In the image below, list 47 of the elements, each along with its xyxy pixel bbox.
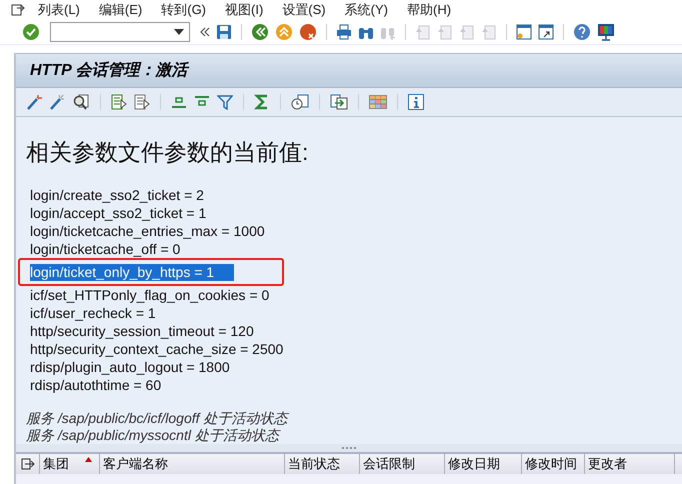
cancel-icon[interactable] <box>299 22 317 41</box>
splitter-handle[interactable] <box>341 446 357 450</box>
new-window-icon[interactable] <box>516 24 532 40</box>
menu-icon[interactable] <box>11 4 25 16</box>
double-chevron-icon[interactable] <box>200 26 210 37</box>
save-icon[interactable] <box>216 24 232 40</box>
monitor-icon[interactable] <box>597 22 615 41</box>
caret-icon[interactable] <box>174 28 184 35</box>
sum-icon[interactable] <box>254 94 270 110</box>
menu-item[interactable]: 帮助(H) <box>406 0 452 19</box>
clock-document-icon[interactable] <box>291 94 309 110</box>
select-all-icon[interactable] <box>20 458 34 470</box>
menu-item[interactable]: 列表(L) <box>38 0 80 19</box>
filter-icon[interactable] <box>217 94 233 110</box>
status-note: 服务 /sap/public/bc/icf/logoff 处于活动状态 <box>26 410 290 427</box>
magic-wand-icon[interactable] <box>26 94 42 110</box>
export-icon[interactable] <box>330 94 348 110</box>
menu-item[interactable]: 视图(I) <box>225 0 264 19</box>
menu-item[interactable]: 转到(G) <box>161 0 206 19</box>
magic-wand-icon[interactable] <box>49 94 65 110</box>
check-icon[interactable] <box>22 22 40 41</box>
layout-grid-icon[interactable] <box>369 95 387 109</box>
parameter-line: login/ticketcache_off = 0 <box>30 240 180 258</box>
menu-item[interactable]: 设置(S) <box>282 0 326 19</box>
menu-item[interactable]: 编辑(E) <box>98 0 142 19</box>
back-icon[interactable] <box>251 22 269 41</box>
print-icon[interactable] <box>336 24 352 40</box>
parameter-line: icf/set_HTTPonly_flag_on_cookies = 0 <box>30 286 270 304</box>
shortcut-window-icon[interactable] <box>538 24 554 40</box>
parameter-line: rdisp/autothtime = 60 <box>30 376 162 394</box>
magnifier-icon[interactable] <box>72 94 90 110</box>
parameter-line: login/ticketcache_entries_max = 1000 <box>30 222 265 240</box>
document-arrow-icon[interactable] <box>134 94 150 110</box>
parameter-line: http/security_context_cache_size = 2500 <box>30 340 284 358</box>
status-note: 服务 /sap/public/myssocntl 处于活动状态 <box>26 427 282 444</box>
menu-item[interactable]: 系统(Y) <box>344 0 388 19</box>
help-icon[interactable] <box>573 22 591 41</box>
parameter-line: login/create_sso2_ticket = 2 <box>30 186 204 204</box>
parameter-line: rdisp/plugin_auto_logout = 1800 <box>30 358 230 376</box>
screen-title: HTTP 会话管理：激活 <box>30 60 188 81</box>
parameter-line: icf/user_recheck = 1 <box>30 304 156 322</box>
document-arrow-icon[interactable] <box>111 94 127 110</box>
parameter-line: http/security_session_timeout = 120 <box>30 322 254 340</box>
command-field[interactable] <box>50 22 190 42</box>
info-icon[interactable] <box>408 94 424 110</box>
parameter-line: login/accept_sso2_ticket = 1 <box>30 204 206 222</box>
section-heading: 相关参数文件参数的当前值: <box>26 138 310 167</box>
